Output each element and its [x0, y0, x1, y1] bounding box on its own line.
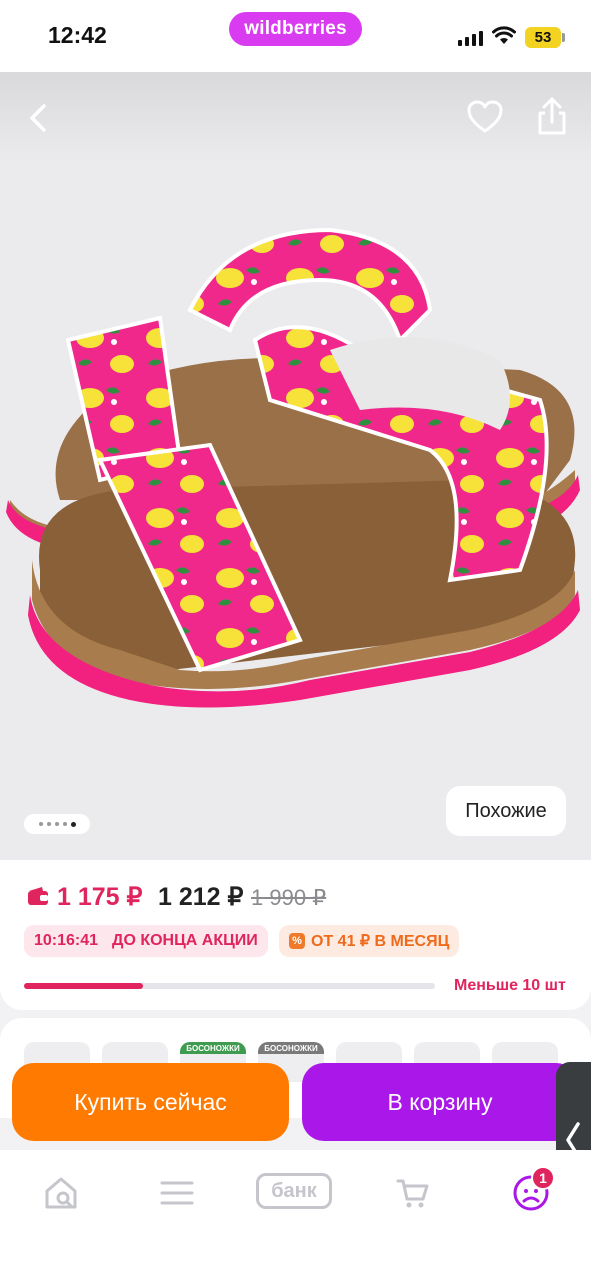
pagination-dot	[54, 822, 59, 826]
battery-indicator: 53	[525, 27, 561, 48]
profile-notification-badge: 1	[531, 1166, 555, 1190]
pagination-dot	[62, 822, 67, 826]
bottom-navigation	[0, 1150, 591, 1280]
variant-tag: БОСОНОЖКИ	[180, 1042, 246, 1054]
stock-label: Меньше 10 шт	[454, 977, 566, 994]
back-arrow-icon[interactable]	[22, 98, 58, 138]
wallet-icon	[28, 887, 48, 905]
nav-catalog[interactable]	[152, 1170, 202, 1216]
cart-icon	[396, 1179, 429, 1208]
pagination-dot-active	[70, 821, 76, 827]
heart-icon[interactable]	[464, 96, 506, 138]
promo-timer-label: ДО КОНЦА АКЦИИ	[112, 932, 258, 949]
wifi-icon	[492, 26, 516, 44]
installment-label: ОТ 41 ₽ В МЕСЯЦ	[311, 933, 450, 950]
buy-now-button[interactable]: Купить сейчас	[12, 1063, 289, 1141]
stock-progress-fill	[24, 983, 143, 989]
cellular-signal-icon	[458, 30, 484, 46]
nav-bank[interactable]: банк	[256, 1173, 332, 1209]
battery-tip	[562, 33, 565, 42]
variant-tag: БОСОНОЖКИ	[258, 1042, 324, 1054]
promo-timer-chip: 10:16:41 ДО КОНЦА АКЦИИ	[24, 925, 268, 957]
nav-cart[interactable]	[388, 1170, 438, 1216]
share-icon[interactable]	[532, 94, 572, 138]
nav-home[interactable]	[36, 1170, 86, 1216]
price: 1 212 ₽	[158, 883, 244, 911]
wallet-price: 1 175 ₽	[57, 883, 143, 911]
pagination-dot	[46, 822, 51, 826]
sandals-product-image	[6, 227, 580, 708]
brand-logo[interactable]: wildberries	[229, 12, 362, 46]
similar-button[interactable]: Похожие	[446, 786, 566, 836]
home-search-icon	[45, 1177, 77, 1209]
menu-icon	[160, 1181, 194, 1205]
add-to-cart-button[interactable]: В корзину	[302, 1063, 578, 1141]
pagination-dot	[38, 822, 43, 826]
installment-percent-icon: %	[289, 933, 305, 949]
status-time: 12:42	[48, 22, 107, 48]
old-price: 1 990 ₽	[251, 885, 327, 910]
promo-timer: 10:16:41	[34, 932, 99, 949]
installment-chip[interactable]: % ОТ 41 ₽ В МЕСЯЦ	[279, 925, 460, 957]
gallery-pagination[interactable]	[24, 814, 90, 834]
